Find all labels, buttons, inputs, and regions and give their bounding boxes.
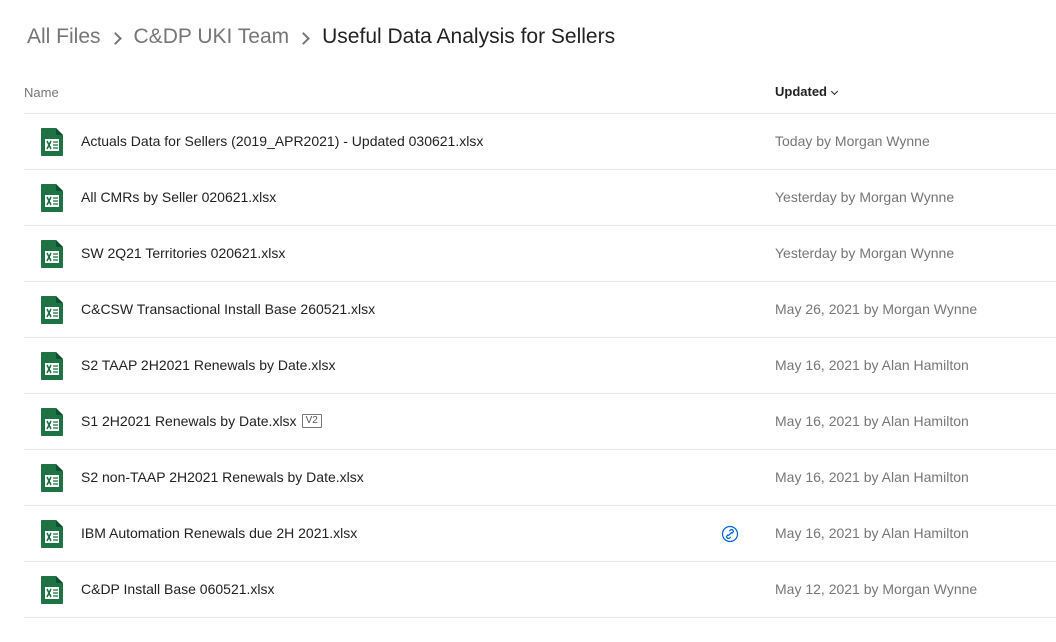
file-name-label: S1 2H2021 Renewals by Date.xlsx: [81, 413, 297, 429]
file-name-label: IBM Automation Renewals due 2H 2021.xlsx: [81, 525, 358, 541]
excel-file-icon: [40, 295, 64, 325]
file-row[interactable]: S2 TAAP 2H2021 Renewals by Date.xlsx May …: [24, 338, 1056, 394]
file-name-label: S2 TAAP 2H2021 Renewals by Date.xlsx: [81, 357, 336, 373]
column-header-updated-label: Updated: [775, 84, 827, 99]
file-name[interactable]: S2 TAAP 2H2021 Renewals by Date.xlsx: [81, 357, 335, 373]
file-name[interactable]: C&DP Install Base 060521.xlsx: [81, 581, 275, 597]
file-name-label: C&DP Install Base 060521.xlsx: [81, 581, 275, 597]
updated-info: May 12, 2021 by Morgan Wynne: [775, 581, 978, 597]
breadcrumb: All Files C&DP UKI Team Useful Data Anal…: [27, 22, 615, 52]
file-name[interactable]: C&CSW Transactional Install Base 260521.…: [81, 301, 375, 317]
chevron-right-icon: [108, 32, 122, 45]
file-name[interactable]: S2 non-TAAP 2H2021 Renewals by Date.xlsx: [81, 469, 364, 485]
column-header-updated[interactable]: Updated: [775, 84, 839, 99]
updated-info: May 16, 2021 by Alan Hamilton: [775, 469, 969, 485]
file-row[interactable]: C&CSW Transactional Install Base 260521.…: [24, 282, 1056, 338]
file-row[interactable]: All CMRs by Seller 020621.xlsx Yesterday …: [24, 170, 1056, 226]
version-badge[interactable]: V2: [301, 414, 322, 428]
excel-file-icon: [40, 239, 64, 269]
file-list: Actuals Data for Sellers (2019_APR2021) …: [24, 114, 1056, 618]
file-name-label: SW 2Q21 Territories 020621.xlsx: [81, 245, 286, 261]
file-name-label: S2 non-TAAP 2H2021 Renewals by Date.xlsx: [81, 469, 364, 485]
updated-info: May 16, 2021 by Alan Hamilton: [775, 357, 969, 373]
excel-file-icon: [40, 519, 64, 549]
sort-descending-icon: [830, 87, 839, 95]
file-browser-page: All Files C&DP UKI Team Useful Data Anal…: [0, 0, 1056, 642]
shared-link-icon[interactable]: [721, 525, 739, 543]
file-row[interactable]: C&DP Install Base 060521.xlsx May 12, 202…: [24, 562, 1056, 618]
file-name[interactable]: S1 2H2021 Renewals by Date.xlsx V2: [81, 413, 322, 429]
file-name-label: Actuals Data for Sellers (2019_APR2021) …: [81, 133, 484, 149]
file-name-label: C&CSW Transactional Install Base 260521.…: [81, 301, 376, 317]
chevron-right-icon: [297, 32, 311, 45]
updated-info: Today by Morgan Wynne: [775, 133, 930, 149]
updated-info: Yesterday by Morgan Wynne: [775, 189, 955, 205]
excel-file-icon: [40, 463, 64, 493]
file-row[interactable]: S2 non-TAAP 2H2021 Renewals by Date.xlsx…: [24, 450, 1056, 506]
file-row[interactable]: IBM Automation Renewals due 2H 2021.xlsx…: [24, 506, 1056, 562]
breadcrumb-parent-folder[interactable]: C&DP UKI Team: [134, 25, 290, 49]
updated-info: May 26, 2021 by Morgan Wynne: [775, 301, 978, 317]
file-row[interactable]: SW 2Q21 Territories 020621.xlsx Yesterday…: [24, 226, 1056, 282]
excel-file-icon: [40, 407, 64, 437]
column-header-row: Name Updated: [24, 78, 1056, 114]
excel-file-icon: [40, 127, 64, 157]
file-row[interactable]: S1 2H2021 Renewals by Date.xlsx V2 May 16,…: [24, 394, 1056, 450]
column-header-name[interactable]: Name: [24, 85, 59, 100]
file-name[interactable]: Actuals Data for Sellers (2019_APR2021) …: [81, 133, 483, 149]
page-title: Useful Data Analysis for Sellers: [322, 25, 616, 48]
updated-info: May 16, 2021 by Alan Hamilton: [775, 525, 969, 541]
excel-file-icon: [40, 575, 64, 605]
file-name-label: All CMRs by Seller 020621.xlsx: [81, 189, 277, 205]
updated-info: Yesterday by Morgan Wynne: [775, 245, 955, 261]
file-name[interactable]: IBM Automation Renewals due 2H 2021.xlsx: [81, 525, 357, 541]
excel-file-icon: [40, 351, 64, 381]
updated-info: May 16, 2021 by Alan Hamilton: [775, 413, 969, 429]
file-name[interactable]: All CMRs by Seller 020621.xlsx: [81, 189, 276, 205]
file-row[interactable]: Actuals Data for Sellers (2019_APR2021) …: [24, 114, 1056, 170]
excel-file-icon: [40, 183, 64, 213]
file-name[interactable]: SW 2Q21 Territories 020621.xlsx: [81, 245, 285, 261]
breadcrumb-all-files[interactable]: All Files: [27, 25, 101, 49]
